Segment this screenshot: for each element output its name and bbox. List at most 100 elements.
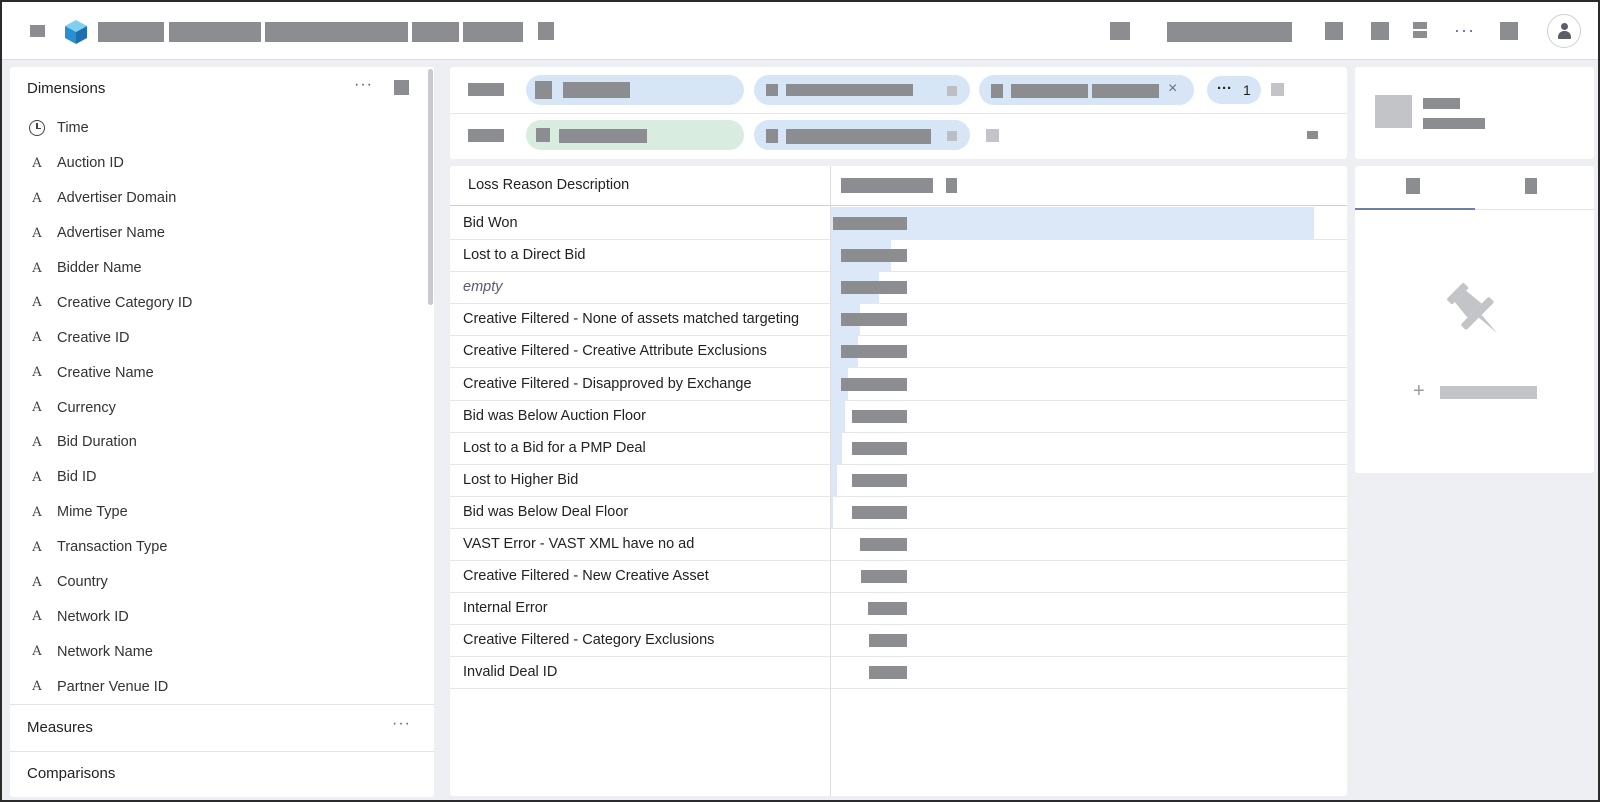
row-label: Invalid Deal ID — [463, 664, 558, 681]
close-icon[interactable]: × — [1168, 80, 1177, 98]
row-label: Creative Filtered - None of assets match… — [463, 311, 800, 328]
dimension-item[interactable]: A Bid Duration — [10, 425, 434, 460]
breadcrumb-item[interactable] — [412, 22, 459, 42]
filter-pill-icon — [991, 84, 1003, 98]
column-header-dimension[interactable]: Loss Reason Description — [468, 177, 629, 193]
breadcrumb-item[interactable] — [265, 22, 408, 42]
filter-pill-label — [563, 82, 630, 98]
breadcrumb-item[interactable] — [169, 22, 261, 42]
table-row[interactable]: Creative Filtered - Disapproved by Excha… — [450, 367, 1347, 401]
dimensions-title: Dimensions — [27, 80, 106, 97]
table-row[interactable]: Lost to a Direct Bid — [450, 239, 1347, 273]
breadcrumb-item[interactable] — [98, 22, 164, 42]
dimension-item[interactable]: A Currency — [10, 390, 434, 425]
row-label: Creative Filtered - Category Exclusions — [463, 632, 715, 649]
row-label: Creative Filtered - New Creative Asset — [463, 568, 709, 585]
table-row[interactable]: Creative Filtered - New Creative Asset — [450, 560, 1347, 594]
tab-pinboard[interactable] — [1355, 166, 1475, 210]
row-label: empty — [463, 279, 503, 296]
dimension-item[interactable]: A Bid ID — [10, 460, 434, 495]
add-split-icon[interactable] — [986, 129, 999, 142]
layout-icon[interactable] — [1413, 22, 1431, 40]
toolbar-icon[interactable] — [1325, 22, 1343, 40]
user-avatar[interactable] — [1547, 14, 1581, 48]
dimensions-menu-icon[interactable]: ··· — [354, 76, 373, 94]
column-header-measure[interactable] — [841, 178, 933, 193]
table-row[interactable]: Creative Filtered - None of assets match… — [450, 303, 1347, 337]
dimension-item[interactable]: A Network ID — [10, 599, 434, 634]
split-pill[interactable] — [526, 120, 744, 150]
dimension-item[interactable]: A Auction ID — [10, 146, 434, 181]
plus-icon[interactable]: + — [1413, 380, 1425, 403]
time-range-button[interactable] — [1167, 22, 1292, 42]
remove-split-icon[interactable] — [947, 131, 957, 141]
row-value — [868, 602, 907, 616]
filter-pill[interactable] — [526, 75, 744, 105]
row-value — [852, 409, 907, 423]
dimension-label: Advertiser Domain — [57, 190, 177, 207]
table-row[interactable]: Invalid Deal ID — [450, 656, 1347, 690]
table-row[interactable]: Bid was Below Deal Floor — [450, 495, 1347, 529]
add-filter-icon[interactable] — [1271, 83, 1284, 96]
cube-logo-icon[interactable] — [64, 19, 88, 45]
table-row[interactable]: Internal Error — [450, 592, 1347, 626]
filter-pill[interactable]: × — [979, 75, 1194, 105]
collapse-icon[interactable] — [1307, 131, 1318, 139]
comparisons-section[interactable]: Comparisons — [10, 751, 434, 797]
dimension-item[interactable]: Time — [10, 111, 434, 146]
toolbar-icon[interactable] — [1371, 22, 1389, 40]
filter-pill-icon — [766, 84, 778, 96]
dimension-item[interactable]: A Country — [10, 565, 434, 600]
dimensions-header: Dimensions ··· — [10, 67, 434, 109]
info-card — [1355, 67, 1594, 159]
dimension-item[interactable]: A Bidder Name — [10, 251, 434, 286]
table-row[interactable]: empty — [450, 271, 1347, 305]
dimension-item[interactable]: A Advertiser Name — [10, 216, 434, 251]
split-pill[interactable] — [754, 120, 970, 150]
table-row[interactable]: Lost to a Bid for a PMP Deal — [450, 431, 1347, 465]
table-row[interactable]: Lost to Higher Bid — [450, 463, 1347, 497]
more-options-icon[interactable]: ··· — [1454, 20, 1475, 41]
text-type-icon: A — [32, 434, 42, 450]
row-label: Internal Error — [463, 600, 548, 617]
dropdown-icon[interactable] — [538, 22, 554, 40]
add-pin-label[interactable] — [1440, 386, 1537, 399]
dimension-item[interactable]: A Creative ID — [10, 320, 434, 355]
dimension-label: Time — [57, 120, 89, 137]
text-type-icon: A — [32, 260, 42, 276]
dimension-item[interactable]: A Advertiser Domain — [10, 181, 434, 216]
more-filters-pill[interactable]: ··· 1 — [1207, 76, 1261, 104]
search-icon[interactable] — [394, 80, 409, 95]
breadcrumb-item[interactable] — [463, 22, 523, 42]
row-value — [841, 249, 907, 263]
filter-row-label — [468, 83, 504, 96]
value-bar — [831, 399, 845, 432]
row-label: Lost to a Bid for a PMP Deal — [463, 439, 646, 456]
measures-menu-icon[interactable]: ··· — [392, 715, 411, 733]
value-bar — [831, 463, 837, 496]
table-row[interactable]: Bid Won — [450, 207, 1347, 240]
toolbar-icon[interactable] — [1500, 22, 1518, 40]
dimension-item[interactable]: A Mime Type — [10, 495, 434, 530]
table-row[interactable]: VAST Error - VAST XML have no ad — [450, 528, 1347, 561]
dimension-item[interactable]: A Transaction Type — [10, 530, 434, 565]
table-row[interactable]: Creative Filtered - Creative Attribute E… — [450, 335, 1347, 369]
tab-secondary[interactable] — [1475, 166, 1595, 210]
dimension-label: Bidder Name — [57, 260, 142, 276]
sidebar-scrollbar[interactable] — [428, 69, 433, 305]
dimension-item[interactable]: A Network Name — [10, 634, 434, 669]
filter-pill[interactable] — [754, 75, 970, 105]
row-label: Creative Filtered - Disapproved by Excha… — [463, 375, 752, 392]
toolbar-icon[interactable] — [1110, 22, 1130, 40]
sort-icon[interactable] — [946, 178, 957, 193]
table-row[interactable]: Creative Filtered - Category Exclusions — [450, 624, 1347, 658]
measures-section[interactable]: Measures ··· — [10, 704, 434, 751]
dimension-item[interactable]: A Creative Category ID — [10, 285, 434, 320]
dimension-item[interactable]: A Partner Venue ID — [10, 669, 434, 704]
hamburger-icon[interactable] — [30, 25, 45, 37]
dimension-item[interactable]: A Creative Name — [10, 355, 434, 390]
remove-filter-icon[interactable] — [947, 86, 957, 96]
table-row[interactable]: Bid was Below Auction Floor — [450, 399, 1347, 433]
dimension-label: Creative ID — [57, 329, 130, 346]
row-label: Bid was Below Deal Floor — [463, 503, 629, 520]
